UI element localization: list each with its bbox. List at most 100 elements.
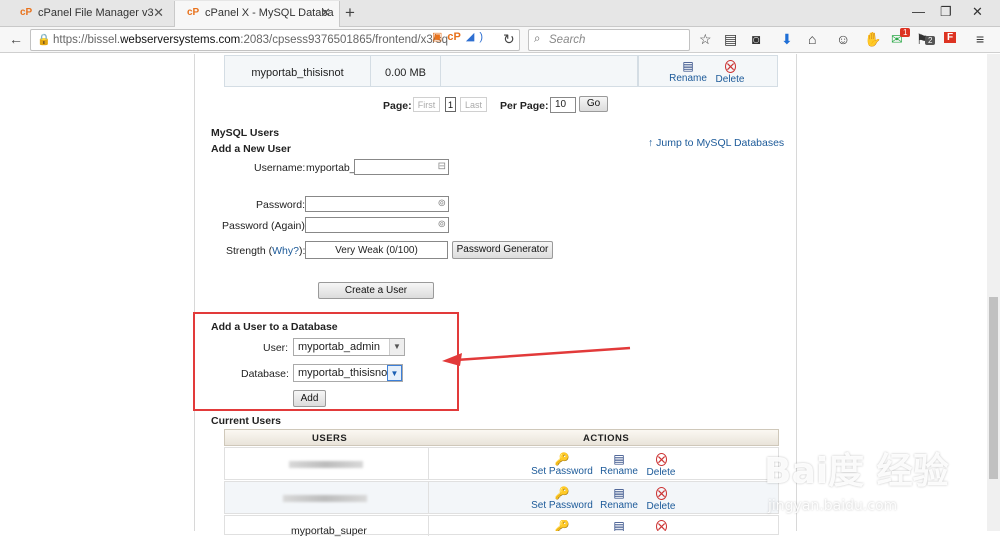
- rename-icon: ▤: [613, 452, 625, 466]
- go-button[interactable]: Go: [579, 96, 608, 112]
- user-select[interactable]: myportab_admin ▼: [293, 338, 405, 356]
- jump-to-databases-link[interactable]: ↑ Jump to MySQL Databases: [648, 137, 784, 149]
- close-window-icon[interactable]: ✕: [972, 4, 983, 20]
- username-label: Username:: [254, 162, 306, 174]
- search-input[interactable]: ⌕ Search: [528, 29, 690, 51]
- strength-label: Strength (Why?):: [226, 245, 305, 257]
- cpanel-icon[interactable]: cP: [447, 31, 460, 43]
- minimize-icon[interactable]: —: [912, 4, 925, 19]
- database-select-label: Database:: [241, 368, 289, 380]
- chevron-down-icon: ▼: [387, 365, 402, 381]
- user-delete-button[interactable]: ✕ Delete: [643, 453, 679, 478]
- users-table-header: USERS ACTIONS: [224, 429, 779, 446]
- plugin-icon[interactable]: ◢: [466, 31, 474, 43]
- page-label: Page:: [383, 100, 412, 112]
- page-last-link[interactable]: Last: [460, 97, 487, 112]
- username-input[interactable]: ⊟: [354, 159, 449, 175]
- rename-label: Rename: [600, 500, 638, 511]
- restore-icon[interactable]: ❐: [940, 4, 952, 20]
- tab-file-manager[interactable]: cP cPanel File Manager v3 ✕: [8, 1, 172, 27]
- user-rename-button[interactable]: ▤ Rename: [598, 487, 640, 511]
- jump-link-text: Jump to MySQL Databases: [656, 137, 785, 149]
- database-size: 0.00 MB: [371, 56, 441, 86]
- user-rename-button[interactable]: ▤ Rename: [598, 453, 640, 477]
- url-host: webserversystems.com: [120, 34, 241, 46]
- user-delete-button[interactable]: ✕ Delete: [643, 487, 679, 512]
- annotation-arrow: [442, 346, 631, 366]
- database-name: myportab_thisisnot: [225, 56, 371, 86]
- strength-meter: Very Weak (0/100): [305, 241, 448, 259]
- users-column-header: USERS: [312, 433, 348, 444]
- user-delete-button[interactable]: ✕: [643, 520, 679, 531]
- username-prefix: myportab_: [306, 162, 356, 174]
- set-password-label: Set Password: [531, 466, 593, 477]
- scrollbar-thumb[interactable]: [989, 297, 998, 479]
- chevron-down-icon: ▼: [389, 339, 404, 355]
- tab-title: cPanel File Manager v3: [38, 7, 154, 19]
- extension-icon[interactable]: ✋: [864, 31, 881, 48]
- tab-bar: cP cPanel File Manager v3 ✕ cP cPanel X …: [0, 0, 1000, 27]
- user-select-value: myportab_admin: [298, 341, 380, 353]
- database-rename-button[interactable]: ▤ Rename: [668, 60, 708, 84]
- scrollbar[interactable]: [987, 54, 1000, 531]
- user-cell: [225, 482, 429, 513]
- delete-label: Delete: [646, 501, 676, 512]
- wifi-icon[interactable]: ): [479, 31, 483, 43]
- user-select-label: User:: [263, 342, 289, 354]
- password-again-input[interactable]: ⊚: [305, 217, 449, 233]
- database-select-value: myportab_thisisnot: [298, 367, 391, 379]
- rename-icon: ▤: [682, 59, 694, 73]
- database-delete-button[interactable]: ✕ Delete: [712, 60, 748, 85]
- add-new-user-heading: Add a New User: [211, 143, 291, 155]
- key-icon: 🔑: [554, 520, 570, 531]
- new-tab-icon[interactable]: +: [345, 3, 355, 23]
- password-input[interactable]: ⊚: [305, 196, 449, 212]
- reload-icon[interactable]: ↻: [503, 31, 515, 48]
- smiley-icon[interactable]: ☺: [836, 31, 850, 47]
- set-password-button[interactable]: 🔑 Set Password: [530, 487, 594, 511]
- create-user-button[interactable]: Create a User: [318, 282, 434, 299]
- database-actions-cell: [638, 55, 778, 87]
- page-icon[interactable]: ▣: [432, 31, 442, 43]
- add-button[interactable]: Add: [293, 390, 326, 407]
- password-again-label: Password (Again):: [222, 220, 308, 232]
- rename-icon: ▤: [613, 486, 625, 500]
- download-icon[interactable]: ⬇: [781, 31, 793, 48]
- menu-icon[interactable]: ≡: [976, 31, 984, 47]
- back-icon[interactable]: ←: [9, 31, 23, 47]
- close-icon[interactable]: ✕: [320, 5, 331, 21]
- key-icon: 🔑: [554, 452, 570, 466]
- username-text: myportab_super: [291, 525, 367, 537]
- user-cell: myportab_super: [225, 516, 429, 537]
- f-extension-icon[interactable]: F: [944, 32, 957, 43]
- search-placeholder: Search: [549, 34, 586, 46]
- set-password-button[interactable]: 🔑 Set Password: [530, 453, 594, 477]
- pocket-icon[interactable]: ◙: [752, 31, 760, 47]
- lock-icon: 🔒: [37, 34, 51, 46]
- redacted-username: [283, 495, 367, 502]
- notification-badge: 2: [925, 36, 936, 45]
- page-first-link[interactable]: First: [413, 97, 440, 112]
- tab-mysql-databases[interactable]: cP cPanel X - MySQL Databa ✕: [174, 1, 340, 27]
- nav-bar: ← 🔒 https://bissel.webserversystems.com:…: [0, 27, 1000, 53]
- home-icon[interactable]: ⌂: [808, 31, 816, 47]
- field-icon: ⊟: [437, 161, 446, 172]
- add-user-to-db-heading: Add a User to a Database: [211, 321, 338, 333]
- password-generator-button[interactable]: Password Generator: [452, 241, 553, 259]
- per-page-input[interactable]: 10: [550, 97, 576, 113]
- page-current[interactable]: 1: [445, 97, 456, 112]
- per-page-label: Per Page:: [500, 100, 549, 112]
- url-path: :2083/cpsess9376501865/frontend/x3/sq: [240, 34, 449, 46]
- why-link[interactable]: Why?: [272, 245, 299, 257]
- arrow-up-icon: ↑: [648, 137, 657, 149]
- close-icon[interactable]: ✕: [153, 5, 164, 21]
- set-password-button[interactable]: 🔑: [530, 520, 594, 531]
- set-password-label: Set Password: [531, 500, 593, 511]
- cpanel-icon: cP: [20, 7, 33, 18]
- database-select[interactable]: myportab_thisisnot ▼: [293, 364, 403, 382]
- delete-icon: ✕: [655, 487, 667, 501]
- reading-list-icon[interactable]: ▤: [724, 31, 737, 48]
- redacted-username: [289, 461, 363, 468]
- user-rename-button[interactable]: ▤: [598, 520, 640, 531]
- bookmark-star-icon[interactable]: ☆: [699, 31, 712, 48]
